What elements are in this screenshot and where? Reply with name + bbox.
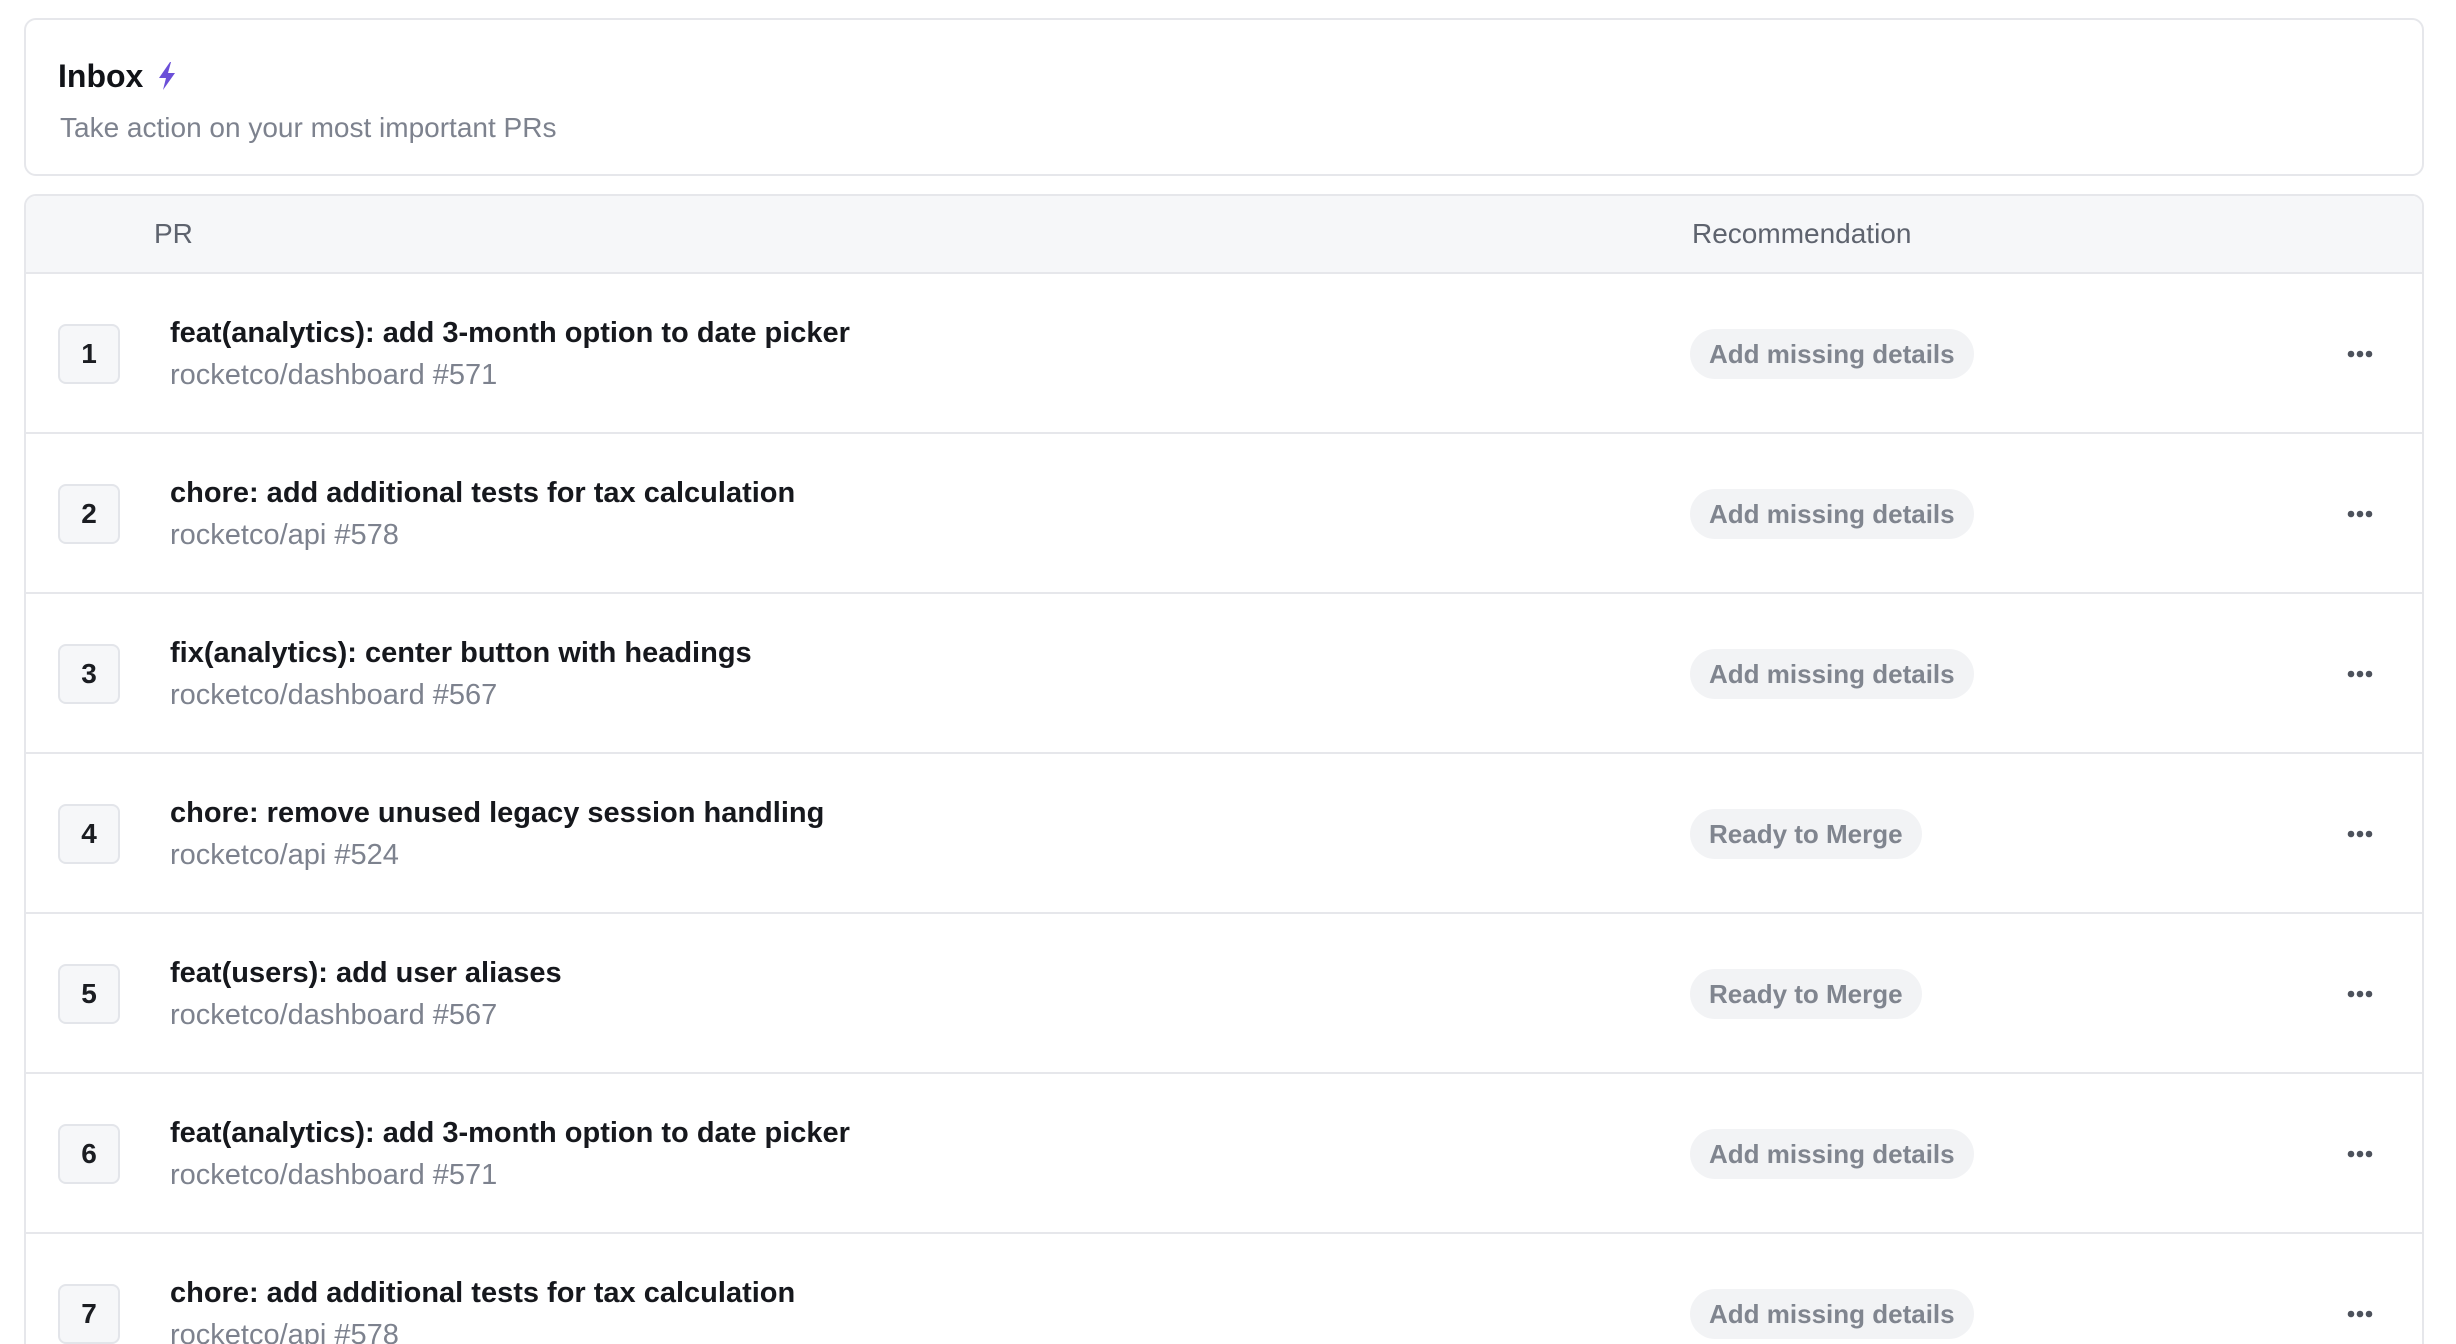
pr-title-link[interactable]: chore: add additional tests for tax calc… bbox=[170, 477, 795, 510]
pr-repo-link[interactable]: rocketco/dashboard #571 bbox=[170, 1159, 497, 1192]
more-options-icon[interactable] bbox=[2340, 654, 2380, 694]
table-row[interactable]: 6 feat(analytics): add 3-month option to … bbox=[26, 1074, 2422, 1234]
row-index: 6 bbox=[58, 1124, 120, 1184]
recommendation-badge[interactable]: Add missing details bbox=[1690, 1289, 1974, 1339]
column-header-pr: PR bbox=[154, 218, 193, 249]
row-index: 3 bbox=[58, 644, 120, 704]
more-options-icon[interactable] bbox=[2340, 1134, 2380, 1174]
table-body: 1 feat(analytics): add 3-month option to … bbox=[26, 274, 2422, 1344]
recommendation-badge[interactable]: Add missing details bbox=[1690, 649, 1974, 699]
pr-repo-link[interactable]: rocketco/api #578 bbox=[170, 519, 399, 552]
more-options-icon[interactable] bbox=[2340, 1294, 2380, 1334]
more-options-icon[interactable] bbox=[2340, 494, 2380, 534]
table-row[interactable]: 4 chore: remove unused legacy session han… bbox=[26, 754, 2422, 914]
row-index: 7 bbox=[58, 1284, 120, 1344]
more-options-icon[interactable] bbox=[2340, 334, 2380, 374]
table-row[interactable]: 5 feat(users): add user aliases rocketco/d… bbox=[26, 914, 2422, 1074]
inbox-header: Inbox Take action on your most important… bbox=[24, 18, 2424, 176]
pr-title-link[interactable]: feat(analytics): add 3-month option to d… bbox=[170, 317, 850, 350]
bolt-icon bbox=[157, 62, 177, 90]
column-header-recommendation: Recommendation bbox=[1692, 218, 1912, 249]
page-subtitle: Take action on your most important PRs bbox=[60, 112, 557, 143]
table-row[interactable]: 2 chore: add additional tests for tax cal… bbox=[26, 434, 2422, 594]
more-options-icon[interactable] bbox=[2340, 814, 2380, 854]
table-row[interactable]: 1 feat(analytics): add 3-month option to … bbox=[26, 274, 2422, 434]
pr-repo-link[interactable]: rocketco/api #524 bbox=[170, 839, 399, 872]
more-options-icon[interactable] bbox=[2340, 974, 2380, 1014]
pr-title-link[interactable]: feat(users): add user aliases bbox=[170, 957, 562, 990]
recommendation-badge[interactable]: Ready to Merge bbox=[1690, 809, 1922, 859]
pr-repo-link[interactable]: rocketco/api #578 bbox=[170, 1319, 399, 1344]
pr-repo-link[interactable]: rocketco/dashboard #567 bbox=[170, 999, 497, 1032]
row-index: 1 bbox=[58, 324, 120, 384]
pr-title-link[interactable]: feat(analytics): add 3-month option to d… bbox=[170, 1117, 850, 1150]
row-index: 5 bbox=[58, 964, 120, 1024]
pr-title-link[interactable]: chore: add additional tests for tax calc… bbox=[170, 1277, 795, 1310]
table-header: PR Recommendation bbox=[26, 196, 2422, 274]
pr-title-link[interactable]: chore: remove unused legacy session hand… bbox=[170, 797, 824, 830]
row-index: 4 bbox=[58, 804, 120, 864]
title-row: Inbox bbox=[58, 60, 177, 92]
recommendation-badge[interactable]: Add missing details bbox=[1690, 489, 1974, 539]
inbox-page: Inbox Take action on your most important… bbox=[0, 0, 2456, 1344]
table-row[interactable]: 7 chore: add additional tests for tax cal… bbox=[26, 1234, 2422, 1344]
pr-table: PR Recommendation 1 feat(analytics): add … bbox=[24, 194, 2424, 1344]
table-row[interactable]: 3 fix(analytics): center button with head… bbox=[26, 594, 2422, 754]
pr-repo-link[interactable]: rocketco/dashboard #571 bbox=[170, 359, 497, 392]
recommendation-badge[interactable]: Add missing details bbox=[1690, 1129, 1974, 1179]
pr-title-link[interactable]: fix(analytics): center button with headi… bbox=[170, 637, 752, 670]
recommendation-badge[interactable]: Add missing details bbox=[1690, 329, 1974, 379]
pr-repo-link[interactable]: rocketco/dashboard #567 bbox=[170, 679, 497, 712]
page-title: Inbox bbox=[58, 58, 144, 94]
row-index: 2 bbox=[58, 484, 120, 544]
recommendation-badge[interactable]: Ready to Merge bbox=[1690, 969, 1922, 1019]
